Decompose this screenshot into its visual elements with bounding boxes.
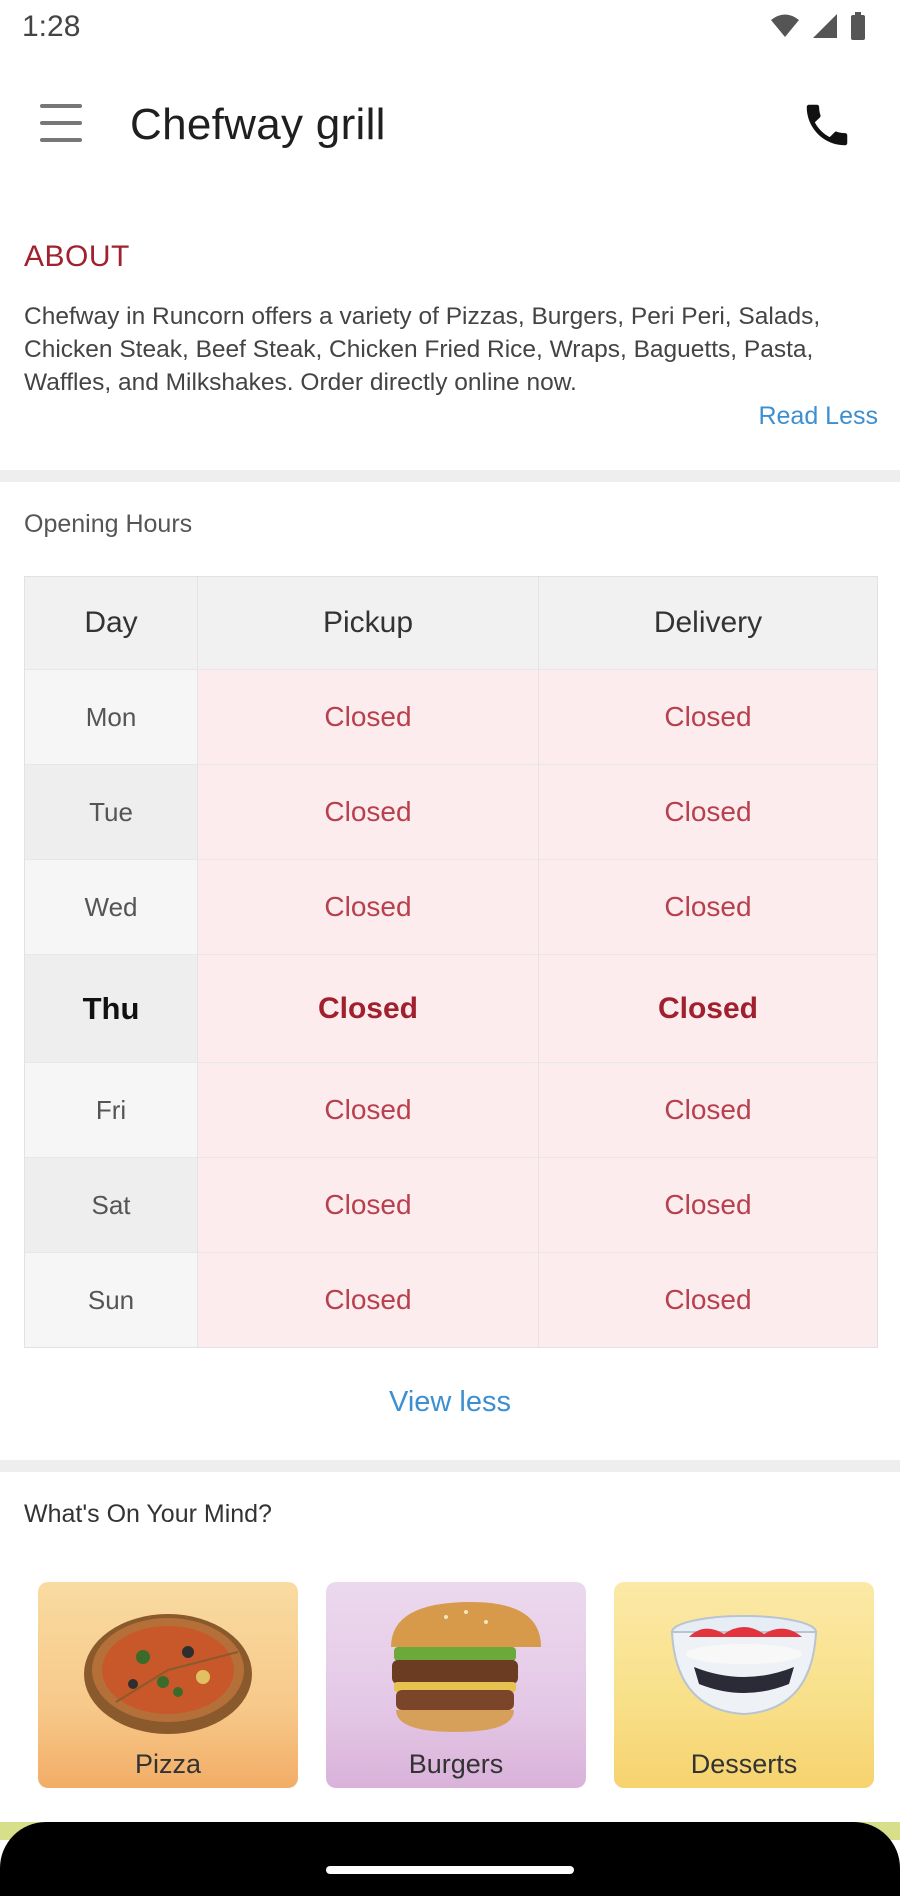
pickup-cell: Closed	[197, 1063, 538, 1157]
delivery-cell: Closed	[538, 1063, 877, 1157]
pickup-cell: Closed	[197, 1253, 538, 1347]
day-cell: Wed	[25, 860, 197, 954]
table-header-row: Day Pickup Delivery	[25, 577, 877, 669]
pickup-cell: Closed	[197, 955, 538, 1062]
opening-hours-table: Day Pickup Delivery Mon Closed Closed Tu…	[24, 576, 878, 1348]
opening-hours-title: Opening Hours	[24, 510, 193, 538]
app-title: Chefway grill	[130, 100, 386, 149]
table-row: Sun Closed Closed	[25, 1252, 877, 1347]
delivery-cell: Closed	[538, 765, 877, 859]
pickup-cell: Closed	[197, 1158, 538, 1252]
burger-icon	[391, 1602, 541, 1732]
pickup-cell: Closed	[197, 765, 538, 859]
category-label: Desserts	[690, 1749, 798, 1779]
table-row: Sat Closed Closed	[25, 1157, 877, 1252]
read-less-link[interactable]: Read Less	[758, 402, 878, 431]
status-time: 1:28	[22, 10, 81, 43]
day-cell: Sat	[25, 1158, 197, 1252]
header-pickup: Pickup	[197, 577, 538, 669]
header-delivery: Delivery	[538, 577, 877, 669]
delivery-cell: Closed	[538, 670, 877, 764]
day-cell: Fri	[25, 1063, 197, 1157]
view-less-link[interactable]: View less	[0, 1386, 900, 1419]
delivery-cell: Closed	[538, 1158, 877, 1252]
delivery-cell: Closed	[538, 860, 877, 954]
delivery-cell: Closed	[538, 955, 877, 1062]
category-label: Pizza	[134, 1749, 202, 1779]
battery-icon	[851, 12, 865, 40]
table-row: Fri Closed Closed	[25, 1062, 877, 1157]
table-row-today: Thu Closed Closed	[25, 954, 877, 1062]
category-card-pizza[interactable]: Pizza	[38, 1582, 298, 1788]
home-indicator[interactable]	[326, 1866, 574, 1874]
day-cell: Tue	[25, 765, 197, 859]
pizza-icon	[84, 1614, 252, 1734]
table-row: Wed Closed Closed	[25, 859, 877, 954]
pickup-cell: Closed	[197, 670, 538, 764]
category-label: Burgers	[408, 1749, 504, 1779]
pickup-cell: Closed	[197, 860, 538, 954]
about-heading: ABOUT	[24, 240, 130, 273]
about-text: Chefway in Runcorn offers a variety of P…	[24, 303, 821, 396]
category-card-burgers[interactable]: Burgers	[326, 1582, 586, 1788]
day-cell: Mon	[25, 670, 197, 764]
whats-on-your-mind-title: What's On Your Mind?	[24, 1500, 272, 1528]
day-cell: Sun	[25, 1253, 197, 1347]
category-cards: Pizza Burgers Desserts	[38, 1582, 874, 1788]
category-card-desserts[interactable]: Desserts	[614, 1582, 874, 1788]
table-row: Mon Closed Closed	[25, 669, 877, 764]
system-navigation-bar	[0, 1822, 900, 1896]
about-section: ABOUT Chefway in Runcorn offers a variet…	[0, 190, 900, 470]
day-cell: Thu	[25, 955, 197, 1062]
phone-icon[interactable]	[800, 98, 854, 152]
status-icons	[770, 12, 866, 40]
hamburger-menu-icon[interactable]	[36, 100, 86, 146]
header-day: Day	[84, 606, 138, 639]
status-bar: 1:28	[0, 0, 900, 60]
signal-icon	[813, 14, 837, 38]
wifi-icon	[771, 14, 799, 37]
table-row: Tue Closed Closed	[25, 764, 877, 859]
delivery-cell: Closed	[538, 1253, 877, 1347]
app-bar: Chefway grill	[0, 60, 900, 190]
dessert-icon	[670, 1615, 818, 1716]
section-divider	[0, 1460, 900, 1472]
section-divider	[0, 470, 900, 482]
